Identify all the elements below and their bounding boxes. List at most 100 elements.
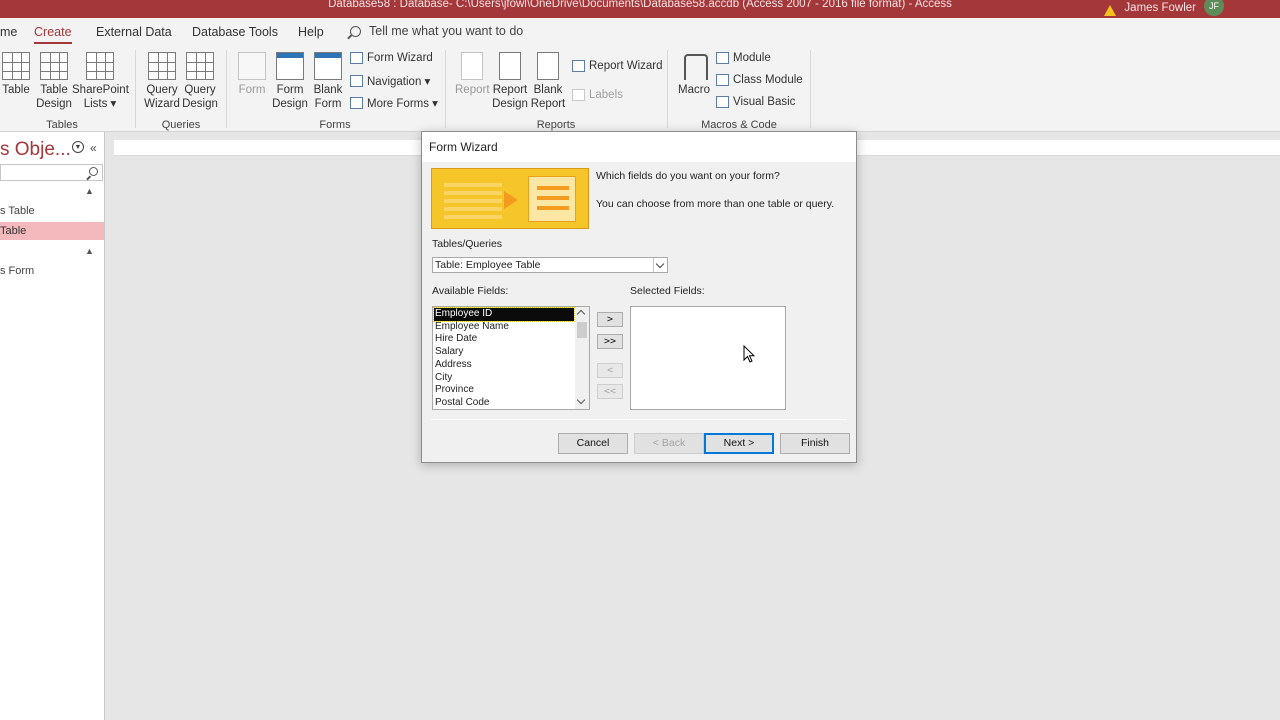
query-design-button[interactable]: Query Design [182, 52, 218, 111]
table-icon [2, 52, 30, 80]
sharepoint-lists-icon [86, 52, 114, 80]
tab-home[interactable]: me [0, 25, 17, 39]
avatar[interactable]: JF [1204, 0, 1224, 16]
tab-database-tools[interactable]: Database Tools [192, 25, 278, 39]
collapse-pane-icon[interactable]: « [90, 141, 97, 155]
query-wizard-label-2: Wizard [144, 98, 180, 110]
form-wizard-button[interactable]: Form Wizard [350, 52, 433, 64]
chevron-up-icon[interactable]: ▲ [85, 246, 94, 256]
visual-basic-button[interactable]: Visual Basic [716, 96, 795, 108]
form-design-button[interactable]: Form Design [272, 52, 308, 111]
report-wizard-icon [572, 60, 585, 72]
selected-fields-list[interactable] [630, 306, 786, 410]
nav-item-table-selected[interactable]: Table [0, 222, 104, 240]
report-wizard-button[interactable]: Report Wizard [572, 60, 663, 72]
more-forms-label: More Forms ▾ [367, 98, 438, 110]
remove-all-fields-button[interactable]: << [597, 384, 623, 399]
add-field-button[interactable]: > [597, 312, 623, 327]
tables-queries-select[interactable]: Table: Employee Table [432, 257, 668, 273]
visual-basic-label: Visual Basic [733, 96, 796, 108]
module-icon [716, 52, 729, 64]
group-separator [135, 50, 136, 128]
list-item[interactable]: Employee ID [433, 307, 575, 322]
title-bar: Database58 : Database- C:\Users\jfowl\On… [0, 0, 1280, 18]
nav-pane-title[interactable]: s Obje... [0, 139, 71, 161]
list-item[interactable]: Salary [434, 346, 574, 359]
list-item[interactable]: Province [434, 384, 574, 397]
sharepoint-lists-button[interactable]: SharePoint Lists ▾ [72, 52, 129, 111]
form-button[interactable]: Form [236, 52, 268, 97]
ribbon-tab-bar: me Create External Data Database Tools H… [0, 18, 1280, 44]
tell-me-search[interactable]: Tell me what you want to do [350, 24, 523, 38]
labels-icon [572, 89, 585, 101]
navigation-button[interactable]: Navigation ▾ [350, 74, 430, 88]
group-separator [667, 50, 668, 128]
form-graphic-icon [528, 176, 576, 222]
more-forms-button[interactable]: More Forms ▾ [350, 96, 438, 110]
window-title: Database58 : Database- C:\Users\jfowl\On… [328, 0, 952, 10]
labels-button[interactable]: Labels [572, 89, 623, 101]
list-item[interactable]: Address [434, 359, 574, 372]
query-design-icon [186, 52, 214, 80]
blank-form-label-1: Blank [313, 84, 343, 96]
blank-report-label-2: Report [530, 98, 566, 110]
next-button[interactable]: Next > [704, 433, 774, 454]
cancel-button[interactable]: Cancel [558, 433, 628, 454]
tab-create[interactable]: Create [34, 25, 72, 44]
navigation-label: Navigation ▾ [367, 76, 431, 88]
chevron-up-icon[interactable]: ▲ [85, 186, 94, 196]
sharepoint-label-1: SharePoint [72, 84, 129, 96]
report-design-button[interactable]: Report Design [492, 52, 528, 111]
table-button-label: Table [2, 84, 30, 96]
form-wizard-dialog: Form Wizard Which fields do you want on … [421, 131, 857, 463]
report-wizard-label: Report Wizard [589, 60, 663, 72]
navigation-pane: s Obje... ▼ « ▲ s Table Table ▲ s Form [0, 132, 105, 720]
scroll-up-icon[interactable] [576, 309, 586, 319]
table-design-button[interactable]: Table Design [36, 52, 72, 111]
list-item[interactable]: Postal Code [434, 397, 574, 409]
nav-pane-controls: ▼ « [72, 141, 97, 155]
remove-field-button[interactable]: < [597, 363, 623, 378]
report-button[interactable]: Report [455, 52, 490, 97]
blank-form-button[interactable]: Blank Form [311, 52, 345, 111]
report-design-icon [499, 52, 521, 80]
module-button[interactable]: Module [716, 52, 771, 64]
search-icon[interactable] [89, 167, 98, 176]
nav-item-table[interactable]: s Table [0, 202, 104, 220]
navigation-icon [350, 75, 363, 87]
available-fields-list[interactable]: Employee ID Employee Name Hire Date Sala… [432, 306, 590, 410]
table-button[interactable]: Table [2, 52, 30, 97]
blank-report-button[interactable]: Blank Report [530, 52, 566, 111]
module-label: Module [733, 52, 771, 64]
nav-search-input[interactable] [0, 164, 103, 181]
list-item[interactable]: City [434, 372, 574, 385]
scrollbar[interactable] [575, 307, 589, 409]
scroll-down-icon[interactable] [576, 395, 586, 405]
back-button[interactable]: < Back [634, 433, 704, 454]
list-item[interactable]: Hire Date [434, 333, 574, 346]
report-design-label-2: Design [492, 98, 528, 110]
chevron-down-icon[interactable]: ▼ [72, 141, 84, 153]
report-icon [461, 52, 483, 80]
form-design-label-2: Design [272, 98, 308, 110]
list-item[interactable]: Employee Name [434, 321, 574, 334]
wizard-banner-image [431, 168, 589, 229]
user-account[interactable]: James Fowler JF [1104, 0, 1224, 18]
add-all-fields-button[interactable]: >> [597, 334, 623, 349]
query-wizard-button[interactable]: Query Wizard [144, 52, 180, 111]
form-design-icon [276, 52, 304, 80]
scroll-thumb[interactable] [577, 322, 587, 338]
nav-item-form[interactable]: s Form [0, 262, 104, 280]
dialog-title-bar[interactable]: Form Wizard [422, 132, 856, 162]
available-fields-label: Available Fields: [432, 285, 509, 297]
tables-queries-value: Table: Employee Table [435, 259, 541, 271]
query-wizard-icon [148, 52, 176, 80]
warning-icon[interactable] [1104, 4, 1117, 16]
class-module-button[interactable]: Class Module [716, 74, 803, 86]
group-separator [810, 50, 811, 128]
tab-help[interactable]: Help [298, 25, 324, 39]
tab-external-data[interactable]: External Data [96, 25, 172, 39]
macro-button[interactable]: Macro [677, 52, 711, 97]
chevron-down-icon[interactable] [653, 258, 667, 272]
finish-button[interactable]: Finish [780, 433, 850, 454]
